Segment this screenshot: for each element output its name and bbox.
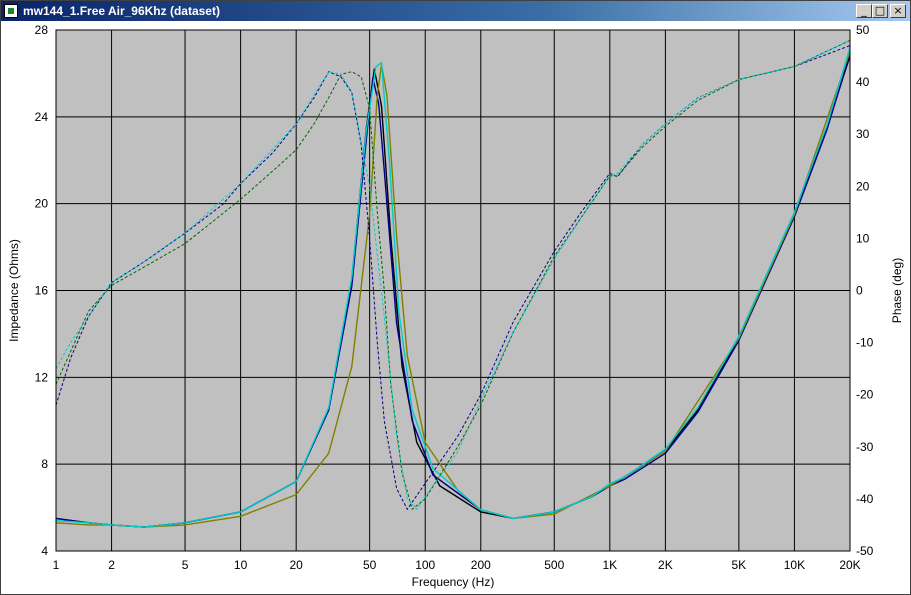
left-tick-label: 24	[35, 110, 49, 124]
right-tick-labels: -50 -40 -30 -20 -10 0 10 20 30 40 50	[856, 23, 874, 558]
title-bar[interactable]: mw144_1.Free Air_96Khz (dataset) _ □ ×	[1, 1, 910, 21]
minimize-icon: _	[861, 4, 867, 17]
right-tick-label: 40	[856, 75, 870, 89]
x-tick-label: 500	[544, 558, 564, 572]
x-tick-label: 2K	[658, 558, 673, 572]
app-window: mw144_1.Free Air_96Khz (dataset) _ □ × 1…	[0, 0, 911, 595]
window-title: mw144_1.Free Air_96Khz (dataset)	[23, 4, 220, 18]
x-tick-label: 1	[53, 558, 60, 572]
close-button[interactable]: ×	[890, 4, 906, 18]
left-tick-labels: 4 8 12 16 20 24 28	[35, 23, 49, 558]
right-tick-label: -20	[856, 388, 874, 402]
x-tick-label: 10K	[784, 558, 805, 572]
x-tick-label: 5	[182, 558, 189, 572]
right-tick-label: -30	[856, 440, 874, 454]
right-tick-label: -10	[856, 336, 874, 350]
close-icon: ×	[893, 4, 903, 17]
left-tick-label: 4	[41, 544, 48, 558]
x-tick-label: 2	[108, 558, 115, 572]
right-axis-label: Phase (deg)	[890, 258, 904, 323]
right-tick-label: 50	[856, 23, 870, 37]
x-tick-label: 50	[363, 558, 377, 572]
left-axis-label: Impedance (Ohms)	[7, 239, 21, 342]
x-axis-label: Frequency (Hz)	[412, 575, 495, 589]
x-tick-label: 20K	[839, 558, 860, 572]
left-tick-label: 20	[35, 197, 49, 211]
maximize-icon: □	[874, 4, 886, 17]
right-tick-label: 20	[856, 179, 870, 193]
x-tick-label: 200	[471, 558, 491, 572]
x-tick-label: 10	[234, 558, 248, 572]
right-tick-label: 10	[856, 231, 870, 245]
left-tick-label: 12	[35, 370, 49, 384]
x-tick-labels: 1 2 5 10 20 50 100 200 500 1K 2K 5K 10K 20K	[53, 558, 861, 572]
right-tick-label: 0	[856, 284, 863, 298]
minimize-button[interactable]: _	[856, 4, 872, 18]
impedance-phase-chart: 1 2 5 10 20 50 100 200 500 1K 2K 5K 10K 20K 481216202…	[7, 23, 904, 589]
x-tick-label: 1K	[602, 558, 617, 572]
left-tick-label: 28	[35, 23, 49, 37]
x-tick-label: 20	[289, 558, 303, 572]
right-tick-label: -50	[856, 544, 874, 558]
right-tick-label: 30	[856, 127, 870, 141]
right-tick-label: -40	[856, 492, 874, 506]
left-tick-label: 8	[41, 457, 48, 471]
maximize-button[interactable]: □	[872, 4, 888, 18]
app-icon[interactable]	[4, 4, 18, 18]
left-tick-label: 16	[35, 284, 49, 298]
x-tick-label: 100	[415, 558, 435, 572]
x-tick-label: 5K	[732, 558, 747, 572]
